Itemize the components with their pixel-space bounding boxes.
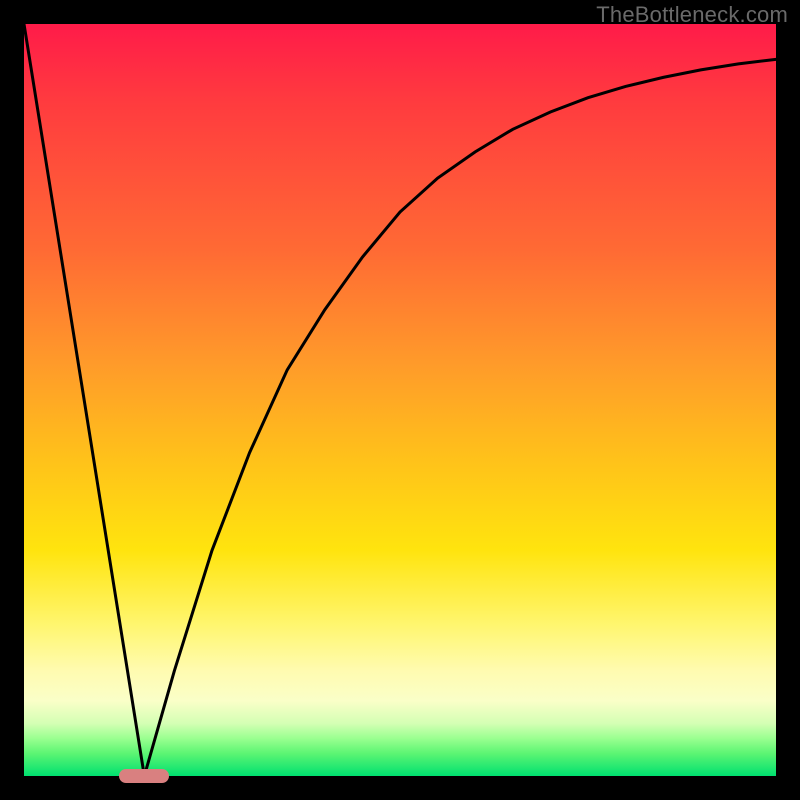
plot-area — [24, 24, 776, 776]
curve-svg — [24, 24, 776, 776]
bottleneck-marker — [119, 769, 169, 783]
left-line — [24, 24, 144, 776]
right-curve — [144, 59, 776, 776]
chart-container: TheBottleneck.com — [0, 0, 800, 800]
